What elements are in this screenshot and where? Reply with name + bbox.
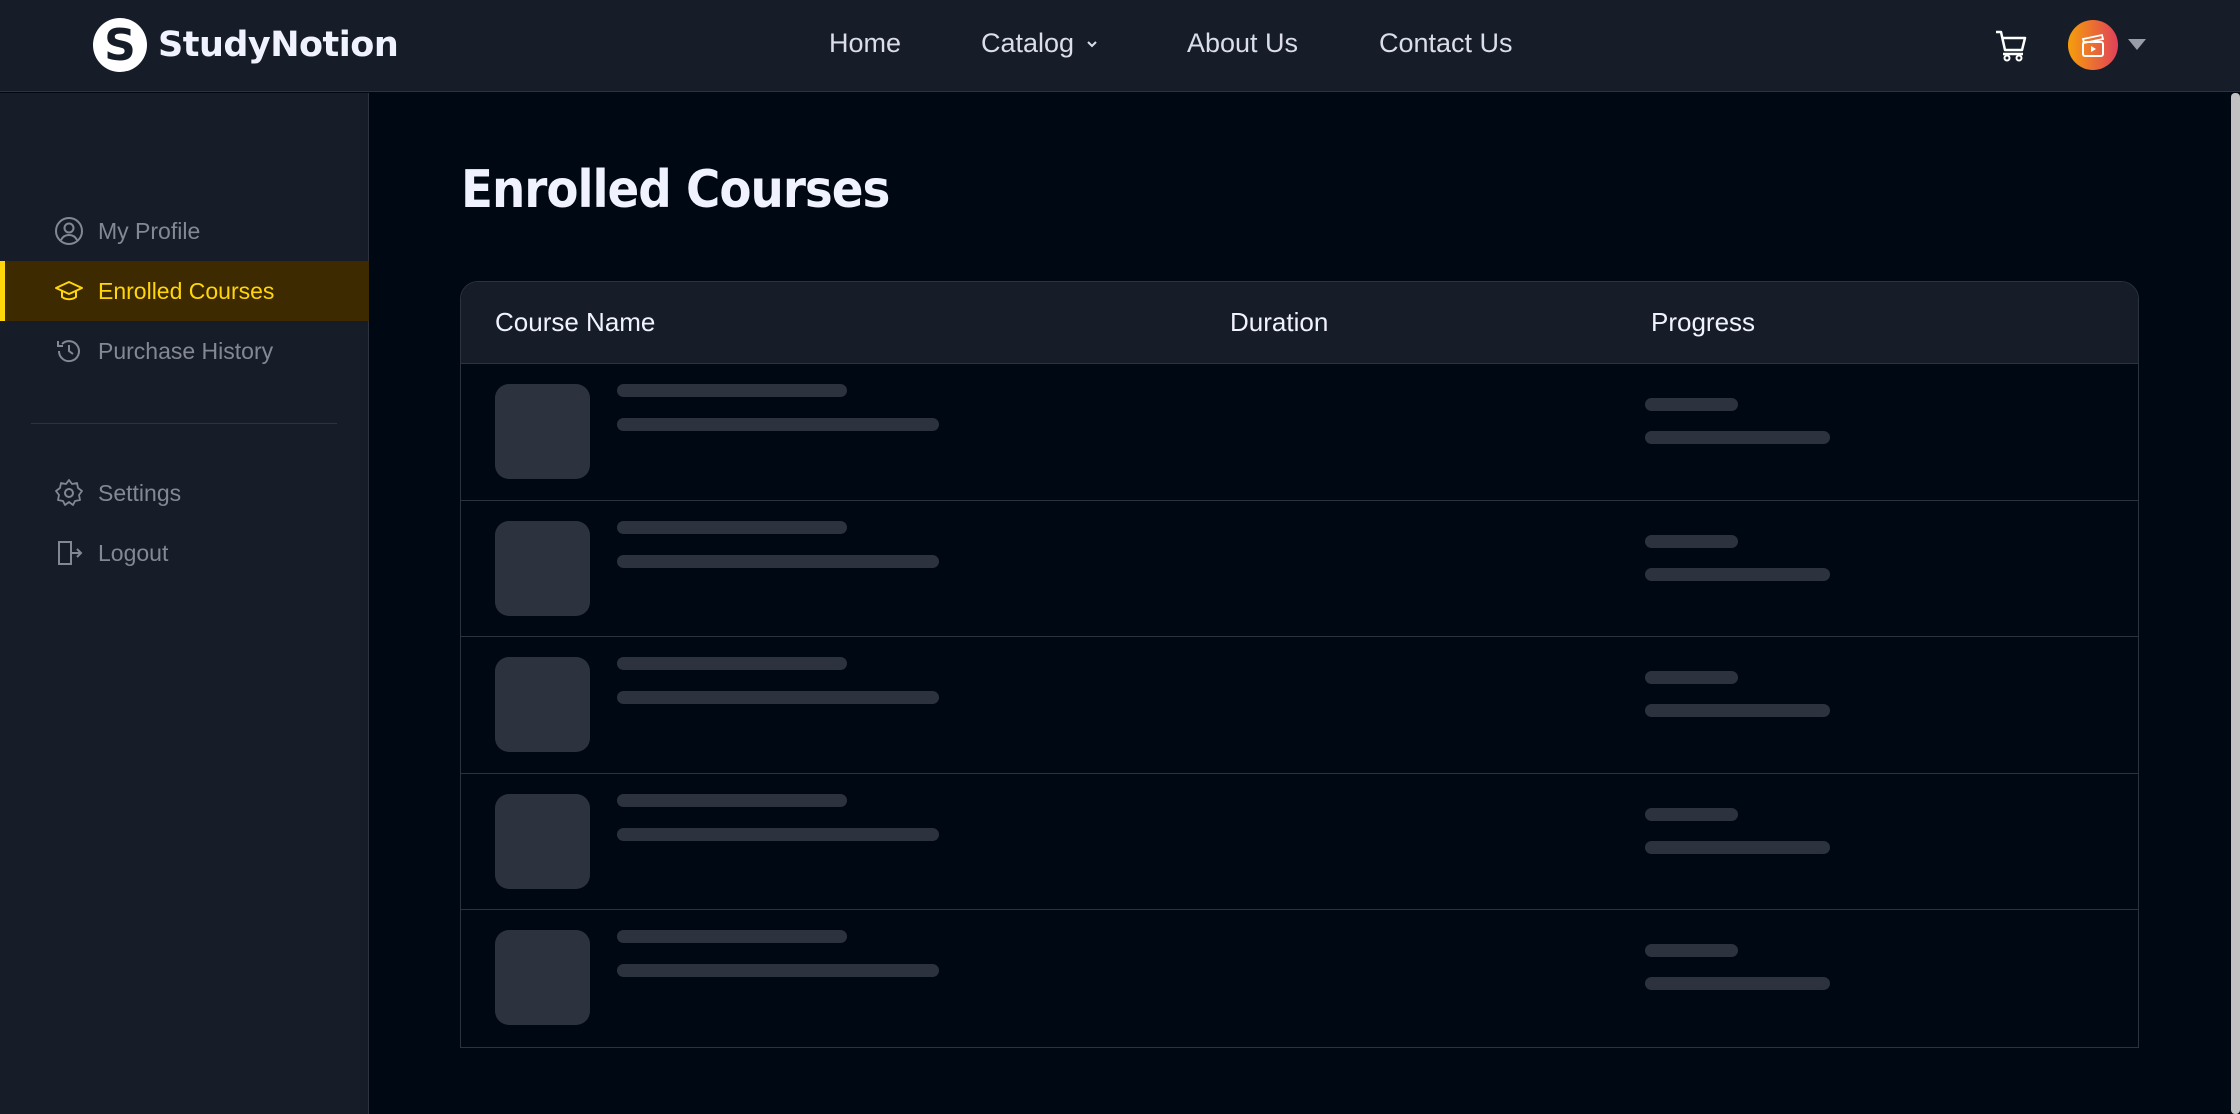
avatar[interactable]	[2068, 20, 2118, 70]
logo-text: StudyNotion	[158, 25, 399, 65]
gear-icon	[55, 479, 83, 506]
desc-skeleton	[617, 418, 939, 431]
graduation-cap-icon	[55, 281, 83, 301]
progress-bar-skeleton	[1645, 567, 1830, 581]
logo[interactable]: S StudyNotion	[93, 18, 399, 72]
desc-skeleton	[617, 554, 939, 568]
chevron-down-icon	[1087, 40, 1097, 47]
top-navbar: S StudyNotion Home Catalog About Us Cont…	[0, 0, 2240, 92]
history-icon	[57, 340, 80, 363]
progress-label-skeleton	[1645, 534, 1738, 548]
thumbnail-skeleton	[495, 793, 590, 889]
sidebar-item-settings[interactable]: Settings	[0, 463, 369, 523]
sidebar-item-label: My Profile	[98, 217, 201, 244]
logout-icon	[58, 541, 83, 565]
page-title: Enrolled Courses	[461, 160, 890, 220]
nav-catalog-label: Catalog	[981, 28, 1075, 58]
title-skeleton	[617, 793, 847, 807]
desc-skeleton	[617, 827, 939, 841]
clapperboard-icon	[2081, 33, 2105, 57]
sidebar-item-label: Logout	[98, 539, 169, 566]
title-skeleton	[617, 384, 847, 397]
table-row-skeleton	[461, 637, 2138, 774]
sidebar-item-my-profile[interactable]: My Profile	[0, 201, 369, 261]
progress-label-skeleton	[1645, 671, 1738, 684]
progress-label-skeleton	[1645, 944, 1738, 957]
sidebar-item-logout[interactable]: Logout	[0, 523, 369, 583]
nav-about[interactable]: About Us	[1187, 28, 1298, 59]
sidebar-item-label: Enrolled Courses	[98, 277, 275, 304]
table-row-skeleton	[461, 774, 2138, 910]
column-duration: Duration	[1230, 307, 1329, 337]
sidebar-item-enrolled-courses[interactable]: Enrolled Courses	[0, 261, 369, 321]
progress-bar-skeleton	[1645, 840, 1830, 854]
title-skeleton	[617, 520, 847, 534]
nav-contact[interactable]: Contact Us	[1379, 28, 1513, 59]
table-header: Course Name Duration Progress	[461, 282, 2138, 364]
nav-home[interactable]: Home	[829, 28, 901, 59]
table-row-skeleton	[461, 501, 2138, 637]
table-row-skeleton	[461, 910, 2138, 1047]
sidebar-item-label: Settings	[98, 479, 182, 506]
progress-bar-skeleton	[1645, 977, 1830, 990]
sidebar: My Profile Enrolled Courses Purchase His…	[0, 93, 369, 1114]
table-row-skeleton	[461, 364, 2138, 501]
thumbnail-skeleton	[495, 520, 590, 616]
desc-skeleton	[617, 691, 939, 704]
progress-label-skeleton	[1645, 398, 1738, 411]
thumbnail-skeleton	[495, 930, 590, 1025]
cart-icon[interactable]	[1994, 28, 2028, 62]
thumbnail-skeleton	[495, 657, 590, 752]
progress-label-skeleton	[1645, 807, 1738, 821]
sidebar-item-purchase-history[interactable]: Purchase History	[0, 321, 369, 381]
desc-skeleton	[617, 964, 939, 977]
enrolled-courses-table: Course Name Duration Progress	[460, 281, 2139, 1048]
column-course-name: Course Name	[495, 307, 656, 337]
logo-icon: S	[93, 18, 147, 72]
column-progress: Progress	[1651, 307, 1756, 337]
progress-bar-skeleton	[1645, 431, 1830, 444]
thumbnail-skeleton	[495, 384, 590, 479]
progress-bar-skeleton	[1645, 704, 1830, 717]
title-skeleton	[617, 657, 847, 670]
user-circle-icon	[55, 217, 83, 245]
sidebar-divider	[31, 423, 337, 424]
title-skeleton	[617, 930, 847, 943]
nav-catalog[interactable]: Catalog	[981, 28, 1100, 59]
scrollbar[interactable]	[2231, 93, 2240, 1114]
caret-down-icon[interactable]	[2128, 39, 2146, 50]
sidebar-item-label: Purchase History	[98, 337, 274, 364]
